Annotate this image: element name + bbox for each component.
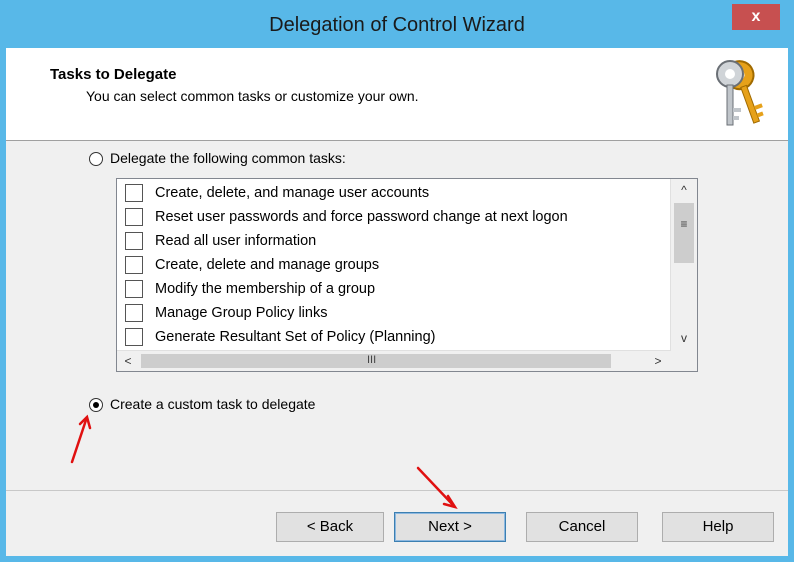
scroll-left-icon[interactable]: < bbox=[117, 351, 139, 371]
task-label: Generate Resultant Set of Policy (Planni… bbox=[155, 329, 436, 345]
scrollbar-corner bbox=[671, 351, 697, 371]
task-checkbox[interactable] bbox=[125, 256, 143, 274]
scroll-right-icon[interactable]: > bbox=[647, 351, 669, 371]
page-title: Tasks to Delegate bbox=[50, 66, 177, 83]
custom-task-label: Create a custom task to delegate bbox=[110, 396, 316, 412]
task-item[interactable]: Modify the membership of a group bbox=[125, 277, 375, 301]
window-title: Delegation of Control Wizard bbox=[269, 14, 525, 36]
vertical-scrollbar[interactable]: ^ ≡ v bbox=[670, 179, 697, 351]
task-item[interactable]: Read all user information bbox=[125, 229, 316, 253]
vertical-scroll-thumb[interactable] bbox=[674, 203, 694, 263]
task-label: Read all user information bbox=[155, 233, 317, 249]
cancel-button[interactable]: Cancel bbox=[526, 512, 638, 542]
task-checkbox[interactable] bbox=[125, 304, 143, 322]
scroll-up-icon[interactable]: ^ bbox=[671, 179, 697, 201]
task-label: Modify the membership of a group bbox=[155, 281, 376, 297]
task-checkbox[interactable] bbox=[125, 184, 143, 202]
footer-divider bbox=[6, 490, 788, 491]
custom-task-radio[interactable] bbox=[89, 398, 103, 412]
task-item[interactable]: Create, delete and manage groups bbox=[125, 253, 379, 277]
title-bar[interactable]: Delegation of Control Wizard x bbox=[6, 0, 788, 48]
page-subtitle: You can select common tasks or customize… bbox=[86, 88, 419, 104]
task-checkbox[interactable] bbox=[125, 208, 143, 226]
task-checkbox[interactable] bbox=[125, 328, 143, 346]
task-label: Create, delete, and manage user accounts bbox=[155, 185, 430, 201]
wizard-header: Tasks to Delegate You can select common … bbox=[6, 48, 788, 141]
wizard-window: Delegation of Control Wizard x Tasks to … bbox=[0, 0, 794, 562]
common-tasks-radio[interactable] bbox=[89, 152, 103, 166]
task-checkbox[interactable] bbox=[125, 280, 143, 298]
next-button[interactable]: Next > bbox=[394, 512, 506, 542]
horizontal-scrollbar[interactable]: < III > bbox=[117, 350, 671, 371]
task-item[interactable]: Create, delete, and manage user accounts bbox=[125, 181, 429, 205]
help-button[interactable]: Help bbox=[662, 512, 774, 542]
keys-icon bbox=[716, 60, 764, 126]
grip-icon: ≡ bbox=[680, 217, 688, 231]
task-item[interactable]: Generate Resultant Set of Policy (Planni… bbox=[125, 325, 435, 349]
close-button[interactable]: x bbox=[732, 4, 780, 30]
grip-icon: III bbox=[367, 354, 377, 366]
common-tasks-label: Delegate the following common tasks: bbox=[110, 150, 346, 166]
task-item[interactable]: Manage Group Policy links bbox=[125, 301, 327, 325]
task-checkbox[interactable] bbox=[125, 232, 143, 250]
task-label: Reset user passwords and force password … bbox=[155, 209, 568, 225]
tasks-listbox[interactable]: Create, delete, and manage user accounts… bbox=[116, 178, 698, 372]
task-label: Manage Group Policy links bbox=[155, 305, 328, 321]
back-button[interactable]: < Back bbox=[276, 512, 384, 542]
task-item[interactable]: Reset user passwords and force password … bbox=[125, 205, 568, 229]
scroll-down-icon[interactable]: v bbox=[671, 327, 697, 349]
task-label: Create, delete and manage groups bbox=[155, 257, 380, 273]
